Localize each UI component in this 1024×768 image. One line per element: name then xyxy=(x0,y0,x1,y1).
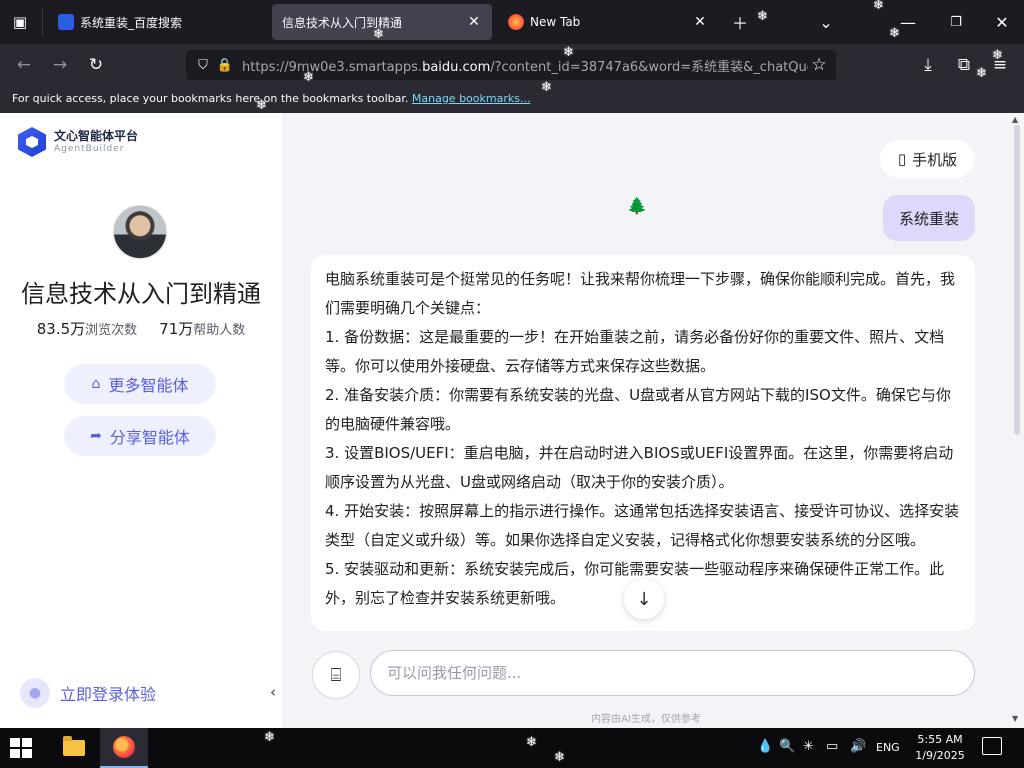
shield-icon[interactable]: ⛉ xyxy=(192,50,214,80)
tab-separator xyxy=(42,8,43,36)
extensions-icon[interactable]: ⧉ xyxy=(950,51,978,79)
answer-paragraph: 2. 准备安装介质：你需要有系统安装的光盘、U盘或者从官方网站下载的ISO文件。… xyxy=(325,386,951,433)
page-content: 文心智能体平台 AgentBuilder 信息技术从入门到精通 83.5万浏览次… xyxy=(0,113,1024,728)
back-arrow-icon[interactable]: ← xyxy=(10,51,38,79)
mobile-version-label: 手机版 xyxy=(912,150,958,169)
notification-center-icon[interactable] xyxy=(982,737,1002,755)
more-agents-button[interactable]: ⌂ 更多智能体 xyxy=(64,364,216,404)
new-tab-plus-icon[interactable]: ＋ xyxy=(726,8,754,36)
login-label: 立即登录体验 xyxy=(60,685,157,704)
agent-sidebar: 文心智能体平台 AgentBuilder 信息技术从入门到精通 83.5万浏览次… xyxy=(0,113,282,728)
url-bar[interactable]: ⛉ 🔒 https://9mw0e3.smartapps.baidu.com/?… xyxy=(186,50,836,80)
list-tabs-chevron-icon[interactable]: ⌄ xyxy=(812,8,840,36)
scroll-down-icon[interactable]: ▼ xyxy=(1012,714,1018,723)
share-agent-label: 分享智能体 xyxy=(109,428,190,447)
minimize-icon[interactable]: — xyxy=(894,8,922,36)
login-button[interactable]: ● 立即登录体验 xyxy=(20,678,156,708)
url-text[interactable]: https://9mw0e3.smartapps.baidu.com/?cont… xyxy=(236,56,808,75)
droplet-icon[interactable]: 💧 xyxy=(757,739,773,754)
search-tool-icon[interactable]: 🔍 xyxy=(779,739,795,754)
baidu-paw-icon: 🐾 xyxy=(58,14,74,30)
logo-title: 文心智能体平台 xyxy=(54,129,139,143)
language-indicator[interactable]: ENG xyxy=(876,741,900,754)
user-avatar-icon: ● xyxy=(20,678,50,708)
agent-name: 信息技术从入门到精通 xyxy=(21,280,261,308)
lock-icon[interactable]: 🔒 xyxy=(214,50,236,80)
star-burst-icon[interactable]: ✳ xyxy=(803,739,814,754)
tab-title: 信息技术从入门到精通 xyxy=(282,15,403,30)
windows-taskbar: 💧 🔍 ✳ ▭ 🔊 ENG 5:55 AM 1/9/2025 xyxy=(0,728,1024,768)
toolbox-button[interactable]: ⌸ xyxy=(312,651,360,699)
agent-avatar xyxy=(113,205,167,259)
tab-title: New Tab xyxy=(530,15,581,29)
browser-nav-bar: ← → ↻ ⛉ 🔒 https://9mw0e3.smartapps.baidu… xyxy=(0,44,1024,86)
tab-baidu-search[interactable]: 🐾 系统重装_百度搜索 xyxy=(48,4,266,40)
close-tab-icon[interactable]: ✕ xyxy=(692,14,708,30)
forward-arrow-icon[interactable]: → xyxy=(46,51,74,79)
views-count: 83.5万 xyxy=(36,320,86,338)
mobile-version-button[interactable]: ▯ 手机版 xyxy=(880,140,975,178)
assistant-answer: 电脑系统重装可是个挺常见的任务呢！让我来帮你梳理一下步骤，确保你能顺利完成。首先… xyxy=(311,255,975,631)
collapse-sidebar-icon[interactable]: ‹ xyxy=(270,683,276,701)
user-message-bubble: 系统重装 xyxy=(883,195,975,241)
toolbox-icon: ⌸ xyxy=(330,664,342,686)
tab-title: 系统重装_百度搜索 xyxy=(80,15,183,30)
file-explorer-button[interactable] xyxy=(50,728,98,768)
windows-start-icon[interactable] xyxy=(8,736,32,760)
bookmarks-message: For quick access, place your bookmarks h… xyxy=(12,92,409,105)
share-arrow-icon: ➦ xyxy=(90,428,102,444)
answer-paragraph: 1. 备份数据：这是最重要的一步！在开始重装之前，请务必备份好你的重要文件、照片… xyxy=(325,328,945,375)
url-domain: baidu.com xyxy=(422,59,491,75)
more-agents-label: 更多智能体 xyxy=(108,376,189,395)
chat-input[interactable] xyxy=(370,650,975,696)
taskbar-clock[interactable]: 5:55 AM 1/9/2025 xyxy=(912,732,968,764)
bookmarks-toolbar: For quick access, place your bookmarks h… xyxy=(0,86,1024,113)
clock-time: 5:55 AM xyxy=(917,733,963,746)
scroll-up-icon[interactable]: ▲ xyxy=(1012,115,1018,124)
share-agent-button[interactable]: ➦ 分享智能体 xyxy=(64,416,216,456)
answer-paragraph: 电脑系统重装可是个挺常见的任务呢！让我来帮你梳理一下步骤，确保你能顺利完成。首先… xyxy=(325,270,956,317)
arrow-down-icon: ↓ xyxy=(636,588,652,610)
tab-overview-icon[interactable]: ▣ xyxy=(6,8,34,36)
browser-tab-bar: ▣ 🐾 系统重装_百度搜索 信息技术从入门到精通 ✕ New Tab ✕ ＋ ⌄… xyxy=(0,0,1024,44)
helped-label: 帮助人数 xyxy=(193,323,246,338)
answer-paragraph: 4. 开始安装：按照屏幕上的指示进行操作。这通常包括选择安装语言、接受许可协议、… xyxy=(325,502,960,549)
url-suffix: /?content_id=38747a6&word=系统重装&_chatQuer xyxy=(490,59,808,75)
tab-new-tab[interactable]: New Tab ✕ xyxy=(498,4,718,40)
agentbuilder-logo[interactable]: 文心智能体平台 AgentBuilder xyxy=(18,127,138,157)
firefox-icon xyxy=(113,736,135,758)
clock-date: 1/9/2025 xyxy=(915,749,965,762)
scrollbar-thumb[interactable] xyxy=(1014,125,1020,435)
downloads-icon[interactable]: ⤓ xyxy=(914,51,942,79)
url-prefix: https://9mw0e3.smartapps. xyxy=(242,59,423,75)
helped-count: 71万 xyxy=(159,320,194,338)
scroll-to-bottom-button[interactable]: ↓ xyxy=(624,579,664,619)
close-window-icon[interactable]: ✕ xyxy=(988,8,1016,36)
page-scrollbar[interactable]: ▲ ▼ xyxy=(1010,113,1024,728)
answer-paragraph: 3. 设置BIOS/UEFI：重启电脑，并在启动时进入BIOS或UEFI设置界面… xyxy=(325,444,954,491)
agent-stats: 83.5万浏览次数 71万帮助人数 xyxy=(0,318,282,339)
ai-disclaimer: 内容由AI生成，仅供参考 xyxy=(591,714,701,725)
manage-bookmarks-link[interactable]: Manage bookmarks... xyxy=(412,92,531,105)
volume-icon[interactable]: 🔊 xyxy=(850,739,866,754)
bookmark-star-icon[interactable]: ☆ xyxy=(808,50,830,80)
views-label: 浏览次数 xyxy=(85,323,138,338)
tab-agent-page[interactable]: 信息技术从入门到精通 ✕ xyxy=(272,4,492,40)
agentbuilder-logo-icon xyxy=(18,127,46,157)
reload-icon[interactable]: ↻ xyxy=(82,51,110,79)
close-tab-icon[interactable]: ✕ xyxy=(466,14,482,30)
logo-subtitle: AgentBuilder xyxy=(54,144,125,154)
firefox-icon xyxy=(508,14,524,30)
restore-icon[interactable]: ❐ xyxy=(942,8,970,36)
menu-hamburger-icon[interactable]: ≡ xyxy=(986,51,1014,79)
folder-icon xyxy=(63,736,85,756)
network-icon[interactable]: ▭ xyxy=(826,739,838,754)
agent-home-icon: ⌂ xyxy=(91,376,101,392)
phone-icon: ▯ xyxy=(897,150,907,168)
firefox-taskbar-button[interactable] xyxy=(100,728,148,768)
